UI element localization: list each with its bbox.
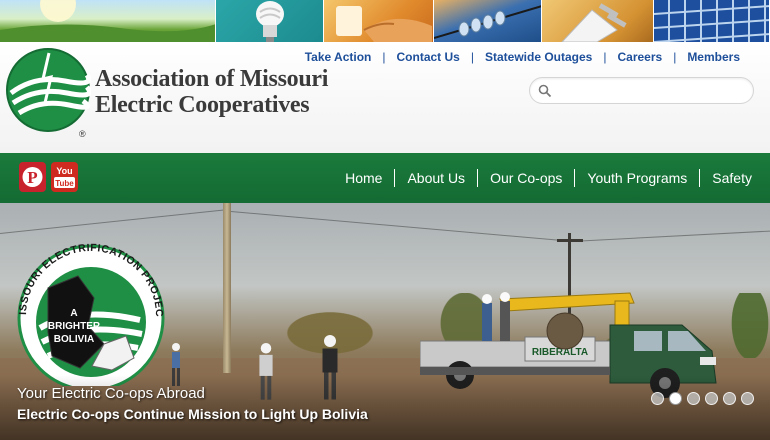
slide-dot-4[interactable] <box>705 392 718 405</box>
nav-divider <box>574 169 576 187</box>
nav-safety[interactable]: Safety <box>712 170 752 186</box>
electric-plug-icon <box>561 3 627 42</box>
banner-image-strip <box>0 0 770 42</box>
organization-name[interactable]: Association of Missouri Electric Coopera… <box>95 66 328 118</box>
banner-tile-plug <box>542 0 654 42</box>
youtube-icon: You Tube <box>54 166 75 188</box>
nav-about-us[interactable]: About Us <box>407 170 465 186</box>
amec-logo-mark <box>6 48 92 132</box>
pinterest-glyph: P <box>27 168 37 187</box>
nav-divider <box>477 169 479 187</box>
pinterest-button[interactable]: P <box>19 162 46 192</box>
badge-line3: BOLIVIA <box>54 334 95 345</box>
light-bulb-icon <box>256 1 284 42</box>
banner-tile-hand <box>324 0 434 42</box>
search-box <box>529 77 754 104</box>
youtube-button[interactable]: You Tube <box>51 162 78 192</box>
nav-youth-programs[interactable]: Youth Programs <box>587 170 687 186</box>
nav-home[interactable]: Home <box>345 170 382 186</box>
slide-dot-2[interactable] <box>669 392 682 405</box>
slide-caption-subtitle[interactable]: Electric Co-ops Continue Mission to Ligh… <box>17 406 368 422</box>
power-wire <box>230 211 570 242</box>
utility-links: Take Action | Contact Us | Statewide Out… <box>305 50 740 64</box>
banner-tile-solar <box>654 0 770 42</box>
power-line-icon <box>434 5 541 39</box>
power-wire <box>570 230 770 242</box>
pole-crossarm <box>557 239 583 242</box>
nav-divider <box>394 169 396 187</box>
link-careers[interactable]: Careers <box>617 50 662 64</box>
slide-dot-5[interactable] <box>723 392 736 405</box>
hand-switch-icon <box>336 6 432 42</box>
banner-tile-field <box>0 0 216 42</box>
slide-dot-6[interactable] <box>741 392 754 405</box>
badge-line2: BRIGHTER <box>48 321 101 332</box>
divider: | <box>382 50 386 64</box>
banner-tile-power-line <box>434 0 542 42</box>
org-name-line2: Electric Cooperatives <box>95 92 310 118</box>
badge-line1: A <box>70 308 77 319</box>
org-name-line1: Association of Missouri <box>95 66 329 92</box>
slide-dot-3[interactable] <box>687 392 700 405</box>
search-icon[interactable] <box>538 84 552 98</box>
link-members[interactable]: Members <box>687 50 740 64</box>
field-image <box>0 0 215 42</box>
registered-mark: ® <box>79 129 86 139</box>
main-nav-bar: P You Tube Home About Us Our Co-ops Yout… <box>0 153 770 203</box>
link-statewide-outages[interactable]: Statewide Outages <box>485 50 592 64</box>
slide-caption-title[interactable]: Your Electric Co-ops Abroad <box>17 385 205 402</box>
primary-nav: Home About Us Our Co-ops Youth Programs … <box>345 153 752 203</box>
amec-logo[interactable]: ® <box>5 45 92 141</box>
solar-panel-icon <box>654 5 769 42</box>
banner-tile-bulb <box>216 0 324 42</box>
site-header: ® Association of Missouri Electric Coope… <box>0 42 770 153</box>
divider: | <box>603 50 607 64</box>
nav-our-co-ops[interactable]: Our Co-ops <box>490 170 562 186</box>
search-input[interactable] <box>556 81 746 101</box>
slide-dot-1[interactable] <box>651 392 664 405</box>
divider: | <box>673 50 677 64</box>
power-wire <box>0 208 229 234</box>
nav-divider <box>699 169 701 187</box>
link-take-action[interactable]: Take Action <box>305 50 372 64</box>
link-contact-us[interactable]: Contact Us <box>397 50 460 64</box>
youtube-glyph-bottom: Tube <box>55 179 74 188</box>
divider: | <box>470 50 474 64</box>
utility-pole <box>223 203 231 373</box>
hero-slideshow[interactable]: RIBERALTA ISSOURI ELECTRIFICATION PROJEC… <box>0 203 770 440</box>
pinterest-icon: P <box>22 167 43 187</box>
slide-pager <box>651 392 759 405</box>
youtube-glyph-top: You <box>56 166 72 176</box>
bolivia-project-badge: MISSOURI ELECTRIFICATION PROJECT A BRIGH… <box>8 236 165 386</box>
